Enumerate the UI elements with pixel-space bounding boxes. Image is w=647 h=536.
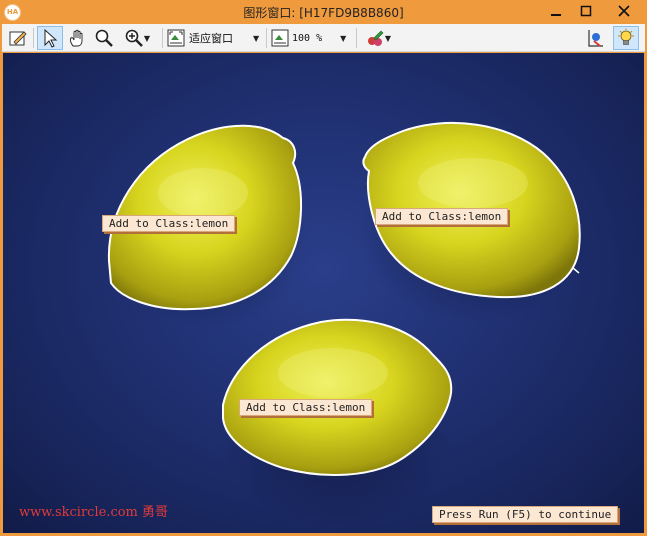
object-label: Add to Class:lemon	[102, 215, 236, 232]
fit-window-icon	[167, 29, 185, 47]
minimize-icon	[551, 14, 561, 16]
hand-pan-icon	[69, 29, 83, 47]
object-label: Add to Class:lemon	[375, 208, 509, 225]
pointer-tool-button[interactable]	[37, 26, 63, 50]
zoom-in-icon	[125, 29, 143, 47]
chevron-down-icon: ▼	[340, 33, 347, 43]
lemon-image	[107, 121, 588, 528]
fit-window-label: 适应窗口	[189, 32, 233, 45]
app-icon[interactable]: HA	[4, 4, 21, 21]
title-bar[interactable]: HA 图形窗口: [H17FD9B8B860]	[0, 0, 647, 24]
magnifier-icon	[95, 29, 113, 47]
pan-tool-button[interactable]	[65, 26, 89, 50]
watermark-text: www.skcircle.com 勇哥	[19, 505, 169, 520]
object-label: Add to Class:lemon	[239, 399, 373, 416]
color-dropdown[interactable]: ▼	[360, 26, 396, 50]
zoom-percent-icon	[271, 29, 289, 47]
graphics-window: HA 图形窗口: [H17FD9B8B860] ▼ 适应窗口 ▼ 100 % ▼…	[0, 0, 647, 536]
zoom-percent-dropdown[interactable]: 100 % ▼	[270, 26, 352, 50]
lightbulb-button[interactable]	[613, 26, 639, 50]
zoom-tool-button[interactable]	[92, 26, 116, 50]
close-icon	[618, 5, 630, 17]
chevron-down-icon: ▼	[253, 33, 260, 43]
graphics-settings-button[interactable]	[583, 26, 607, 50]
run-hint-label: Press Run (F5) to continue	[432, 506, 619, 523]
zoom-percent-label: 100 %	[292, 32, 323, 44]
maximize-button[interactable]	[570, 0, 602, 22]
zoom-in-dropdown[interactable]: ▼	[119, 26, 155, 50]
edit-window-button[interactable]	[6, 26, 30, 50]
pointer-icon	[44, 28, 58, 48]
maximize-icon	[580, 5, 592, 17]
edit-window-icon	[9, 31, 27, 46]
toolbar: ▼ 适应窗口 ▼ 100 % ▼ ▼	[2, 24, 645, 52]
image-canvas[interactable]: Add to Class:lemon Add to Class:lemon Ad…	[3, 53, 644, 533]
close-button[interactable]	[606, 0, 642, 22]
lightbulb-icon	[618, 28, 634, 45]
chevron-down-icon: ▼	[143, 33, 151, 43]
fit-window-dropdown[interactable]: 适应窗口 ▼	[166, 26, 264, 50]
graphics-settings-icon	[588, 30, 603, 47]
chevron-down-icon: ▼	[384, 33, 392, 43]
color-palette-icon	[367, 30, 384, 46]
minimize-button[interactable]	[540, 0, 572, 22]
